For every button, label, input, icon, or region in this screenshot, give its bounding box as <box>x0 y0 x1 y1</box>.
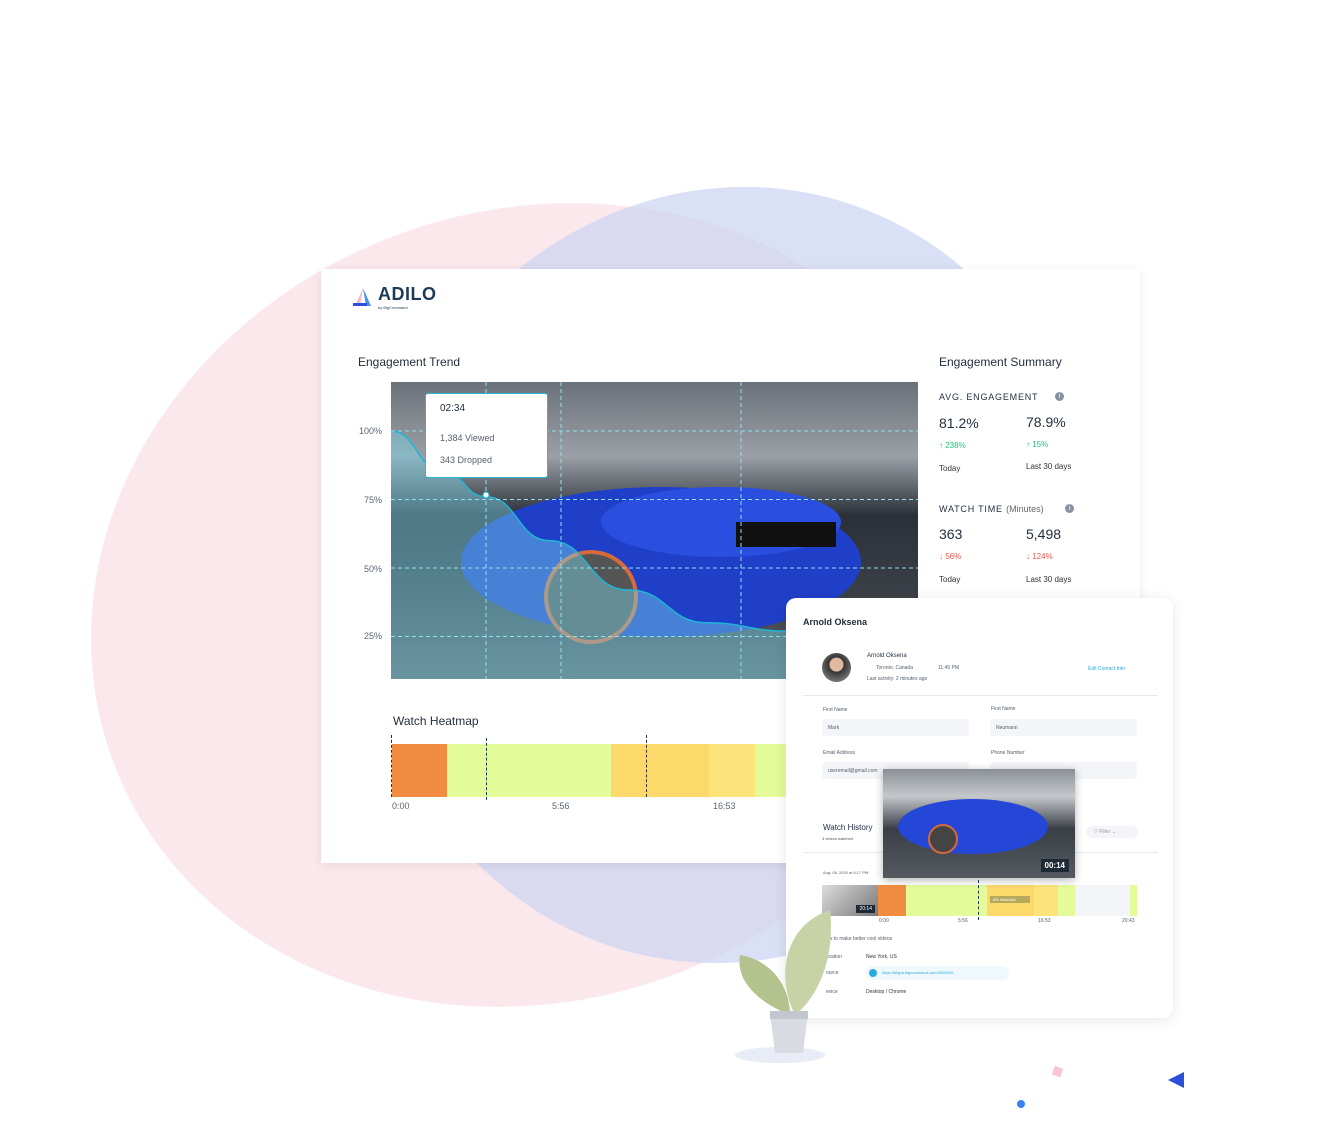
watch-date: Aug. 06, 2020 at 6:17 PM <box>823 870 869 875</box>
avg-engagement-label: AVG. ENGAGEMENT <box>939 392 1039 402</box>
decor-triangle <box>1168 1072 1184 1088</box>
heatmap-segment <box>878 885 906 916</box>
heatmap-segment <box>1130 885 1137 916</box>
heatmap-segment <box>392 744 447 797</box>
avg-today: 81.2% <box>939 415 979 431</box>
source-icon <box>869 969 877 977</box>
contact-title: Arnold Oksena <box>803 617 868 627</box>
info-icon[interactable]: i <box>1055 392 1064 401</box>
playhead[interactable] <box>978 880 979 920</box>
last-activity: Last activity: 2 minutes ago <box>867 676 928 682</box>
heatmap-tick: 5:56 <box>552 801 570 811</box>
y-tick: 100% <box>358 426 382 436</box>
watch-heatmap-title: Watch Heatmap <box>393 714 479 728</box>
location-value: New York, US <box>866 954 897 960</box>
heatmap-segment <box>447 744 611 797</box>
heatmap-segment <box>1075 885 1130 916</box>
watch-today-change: ↓ 56% <box>939 552 962 561</box>
watch-month-change: ↓ 124% <box>1026 552 1053 561</box>
first-name-input[interactable]: Mark <box>822 719 969 736</box>
heatmap-segment <box>709 744 755 797</box>
heatmap-segment <box>611 744 709 797</box>
field-label: First Name <box>823 707 848 713</box>
decor-square <box>1051 1065 1064 1078</box>
device-value: Desktop / Chrome <box>866 989 907 995</box>
watch-today: 363 <box>939 526 963 542</box>
marker <box>646 735 647 797</box>
field-label: First Name <box>991 706 1016 712</box>
marker <box>391 735 392 797</box>
engagement-summary-title: Engagement Summary <box>939 355 1062 369</box>
watched-badge: 8% Watched <box>990 896 1030 903</box>
edit-contact-link[interactable]: Edit Contact Info <box>1088 666 1125 672</box>
video-preview[interactable]: 00:14 <box>883 769 1075 878</box>
month-label: Last 30 days <box>1026 462 1072 471</box>
month-label: Last 30 days <box>1026 575 1072 584</box>
chart-tooltip: 02:34 1,384 Viewed 343 Dropped <box>425 393 548 478</box>
car-wheel <box>928 824 958 854</box>
info-icon[interactable]: i <box>1065 504 1074 513</box>
tick: 20:43 <box>1122 918 1135 924</box>
today-label: Today <box>939 575 961 584</box>
field-label: Email Address <box>823 750 855 756</box>
contact-name: Arnold Oksena <box>867 653 907 659</box>
engagement-trend-title: Engagement Trend <box>358 355 461 369</box>
y-tick: 75% <box>363 495 382 505</box>
watch-month: 5,498 <box>1026 526 1062 542</box>
heatmap-tick: 16:53 <box>713 801 736 811</box>
avg-today-change: ↑ 238% <box>939 441 966 450</box>
tick: 0:00 <box>879 918 889 924</box>
tooltip-point[interactable] <box>482 491 490 499</box>
contact-location: Toronto, Canada <box>876 665 913 671</box>
car-grille <box>736 522 836 547</box>
logo: ADILO by BigCommand <box>352 284 437 310</box>
last-name-input[interactable]: Neumann <box>990 719 1137 736</box>
divider <box>803 695 1158 696</box>
preview-time: 00:14 <box>1040 859 1069 872</box>
plant-illustration <box>735 910 831 1063</box>
today-label: Today <box>939 464 961 473</box>
heatmap-segment <box>1034 885 1058 916</box>
car-body <box>898 799 1048 854</box>
heatmap-segment <box>1058 885 1075 916</box>
contact-time: 11:45 PM <box>938 665 960 671</box>
avg-month-change: ↑ 15% <box>1026 440 1049 449</box>
filter-button[interactable]: ▽ Filter ⌄ <box>1086 826 1138 838</box>
watch-history-title: Watch History <box>823 823 873 832</box>
y-tick: 50% <box>363 564 382 574</box>
watch-time-unit: (Minutes) <box>1006 504 1044 514</box>
watch-heatmap-bar[interactable] <box>392 744 795 797</box>
heatmap-tick: 0:00 <box>392 801 410 811</box>
decor-dot <box>1017 1100 1025 1108</box>
source-link[interactable]: https://bfypa.bigcommand.com/4820rED <box>866 966 1009 980</box>
y-tick: 25% <box>363 631 382 641</box>
adilo-logo-icon <box>353 288 371 306</box>
watch-time-label: WATCH TIME <box>939 504 1003 514</box>
tick: 16:53 <box>1038 918 1051 924</box>
field-label: Phone Number <box>991 750 1025 756</box>
avatar <box>822 653 851 682</box>
videos-watched: 3 videos watched <box>822 836 853 841</box>
heatmap-segment <box>906 885 987 916</box>
playhead[interactable] <box>486 738 487 800</box>
avg-month: 78.9% <box>1026 414 1066 430</box>
tick: 5:56 <box>958 918 968 924</box>
